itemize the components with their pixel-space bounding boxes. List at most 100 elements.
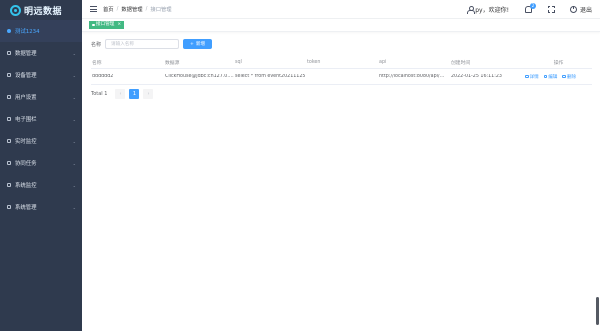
search-form: 名称 + 新增 <box>91 39 592 49</box>
pagination: Total 1 ‹ 1 › <box>91 89 592 99</box>
add-button-label: 新增 <box>195 42 206 47</box>
pagination-total: Total 1 <box>91 91 108 97</box>
cell-datasource: ClickHouse@jdbc:ch127.0.0.1 <box>165 74 234 79</box>
grid-icon <box>7 51 11 55</box>
topbar: 首页 / 数据管理 / 接口管理 py，欢迎你! 2 退出 <box>82 0 600 19</box>
sidebar-item-label: 数据管理 <box>15 51 37 57</box>
logo-icon <box>10 4 21 16</box>
edit-label: 编辑 <box>548 74 558 80</box>
delete-label: 删除 <box>566 74 577 80</box>
interface-table: 名称 数据源 sql token api 创建时间 操作 dddddd2 Cli… <box>91 57 592 85</box>
cell-api: http://localhost:8080/api/v1/... <box>379 74 450 79</box>
detail-label: 详情 <box>529 74 539 80</box>
name-search-input[interactable] <box>105 39 180 49</box>
fullscreen-corner <box>552 10 555 13</box>
breadcrumb-home[interactable]: 首页 <box>103 5 114 13</box>
menu-toggle-icon[interactable] <box>90 6 97 12</box>
column-header-token: token <box>307 60 321 65</box>
sidebar-item-collab-tasks[interactable]: 协同任务 ⌄ <box>0 152 82 174</box>
settings-icon <box>7 205 11 209</box>
topbar-actions: py，欢迎你! 2 退出 <box>467 2 592 14</box>
sidebar-item-test[interactable]: 测试1234 <box>0 20 82 42</box>
chevron-down-icon: ⌄ <box>72 182 76 188</box>
fullscreen-corner <box>547 5 551 8</box>
breadcrumb-data-management[interactable]: 数据管理 <box>121 5 142 13</box>
sidebar-item-geofence[interactable]: 电子围栏 ⌄ <box>0 108 82 130</box>
next-page-button[interactable]: › <box>143 89 154 99</box>
sidebar-item-data-management[interactable]: 数据管理 ⌄ <box>0 42 82 64</box>
fullscreen-corner <box>547 10 551 13</box>
fence-icon <box>7 117 11 121</box>
cell-created-at: 2022-01-25 16:11:23 <box>451 74 502 79</box>
sidebar-item-realtime-monitor[interactable]: 实时监控 ⌄ <box>0 130 82 152</box>
user-menu[interactable]: py，欢迎你! <box>467 5 509 14</box>
breadcrumb-separator: / <box>145 6 148 12</box>
chevron-down-icon: ⌄ <box>72 72 76 78</box>
breadcrumb-separator: / <box>116 6 119 12</box>
sidebar-item-label: 用户设置 <box>15 95 37 101</box>
chevron-down-icon: ⌄ <box>72 138 76 144</box>
tag-interface-management[interactable]: 接口管理 × <box>89 21 125 29</box>
user-icon <box>7 95 11 99</box>
column-header-datasource: 数据源 <box>165 61 180 66</box>
system-monitor-icon <box>7 183 11 187</box>
power-icon <box>569 5 577 13</box>
sidebar: 明远数据 测试1234 数据管理 ⌄ 设备管理 ⌄ 用户设置 ⌄ 电子围栏 ⌄ <box>0 0 82 331</box>
sidebar-item-label: 系统监控 <box>15 183 37 189</box>
sidebar-item-label: 实时监控 <box>15 139 37 145</box>
logout-button[interactable]: 退出 <box>569 5 592 14</box>
device-icon <box>7 73 11 77</box>
sidebar-item-system-management[interactable]: 系统管理 ⌄ <box>0 196 82 218</box>
chevron-down-icon: ⌄ <box>72 204 76 210</box>
plus-icon: + <box>190 41 194 47</box>
add-button[interactable]: + 新增 <box>183 39 213 49</box>
sidebar-item-label: 协同任务 <box>15 161 37 167</box>
chevron-down-icon: ⌄ <box>72 116 76 122</box>
close-icon[interactable]: × <box>117 21 121 29</box>
page-number-button[interactable]: 1 <box>129 89 140 99</box>
logout-label: 退出 <box>579 6 592 14</box>
task-icon <box>7 161 11 165</box>
logo: 明远数据 <box>0 0 82 20</box>
notification-badge: 2 <box>529 2 536 9</box>
cell-actions: 详情 编辑 删除 <box>524 74 592 80</box>
edit-button[interactable]: 编辑 <box>543 74 558 80</box>
fullscreen-icon[interactable] <box>547 5 555 13</box>
sidebar-item-label: 设备管理 <box>15 73 37 79</box>
chevron-down-icon: ⌄ <box>72 50 76 56</box>
column-header-name: 名称 <box>92 61 102 66</box>
sidebar-item-user-settings[interactable]: 用户设置 ⌄ <box>0 86 82 108</box>
delete-button[interactable]: 删除 <box>562 74 576 80</box>
sidebar-item-label: 测试1234 <box>15 29 40 35</box>
table-header: 名称 数据源 sql token api 创建时间 操作 <box>91 57 592 69</box>
tag-dot-icon <box>92 23 95 27</box>
sidebar-item-system-monitor[interactable]: 系统监控 ⌄ <box>0 174 82 196</box>
chevron-down-icon: ⌄ <box>72 94 76 100</box>
column-header-sql: sql <box>235 60 242 65</box>
column-header-actions: 操作 <box>553 61 564 66</box>
edit-icon <box>543 74 548 79</box>
breadcrumb: 首页 / 数据管理 / 接口管理 <box>103 5 172 13</box>
breadcrumb-current: 接口管理 <box>150 7 172 13</box>
user-icon <box>467 5 476 14</box>
cell-name: dddddd2 <box>92 74 114 79</box>
prev-page-button[interactable]: ‹ <box>115 89 126 99</box>
user-greeting: py，欢迎你! <box>475 6 509 14</box>
bell-icon[interactable]: 2 <box>524 2 536 13</box>
sidebar-item-device-management[interactable]: 设备管理 ⌄ <box>0 64 82 86</box>
content-area: 名称 + 新增 名称 数据源 sql token api 创建时间 操作 ddd… <box>82 32 600 99</box>
table-row: dddddd2 ClickHouse@jdbc:ch127.0.0.1 sele… <box>91 69 592 85</box>
main-content: 首页 / 数据管理 / 接口管理 py，欢迎你! 2 退出 接口管理 × 名称 … <box>82 0 600 331</box>
search-label: 名称 <box>91 41 102 48</box>
logo-text: 明远数据 <box>24 6 63 17</box>
home-icon <box>7 29 11 33</box>
column-header-api: api <box>379 60 387 65</box>
tags-bar: 接口管理 × <box>82 19 600 32</box>
sidebar-menu: 测试1234 数据管理 ⌄ 设备管理 ⌄ 用户设置 ⌄ 电子围栏 ⌄ 实时监控 … <box>0 20 82 218</box>
fullscreen-corner <box>552 5 555 8</box>
detail-button[interactable]: 详情 <box>525 74 539 80</box>
cell-sql: select * from event20211125 <box>235 74 306 79</box>
column-header-created-at: 创建时间 <box>451 61 471 66</box>
tag-label: 接口管理 <box>96 22 115 27</box>
vertical-scrollbar[interactable] <box>596 297 599 325</box>
